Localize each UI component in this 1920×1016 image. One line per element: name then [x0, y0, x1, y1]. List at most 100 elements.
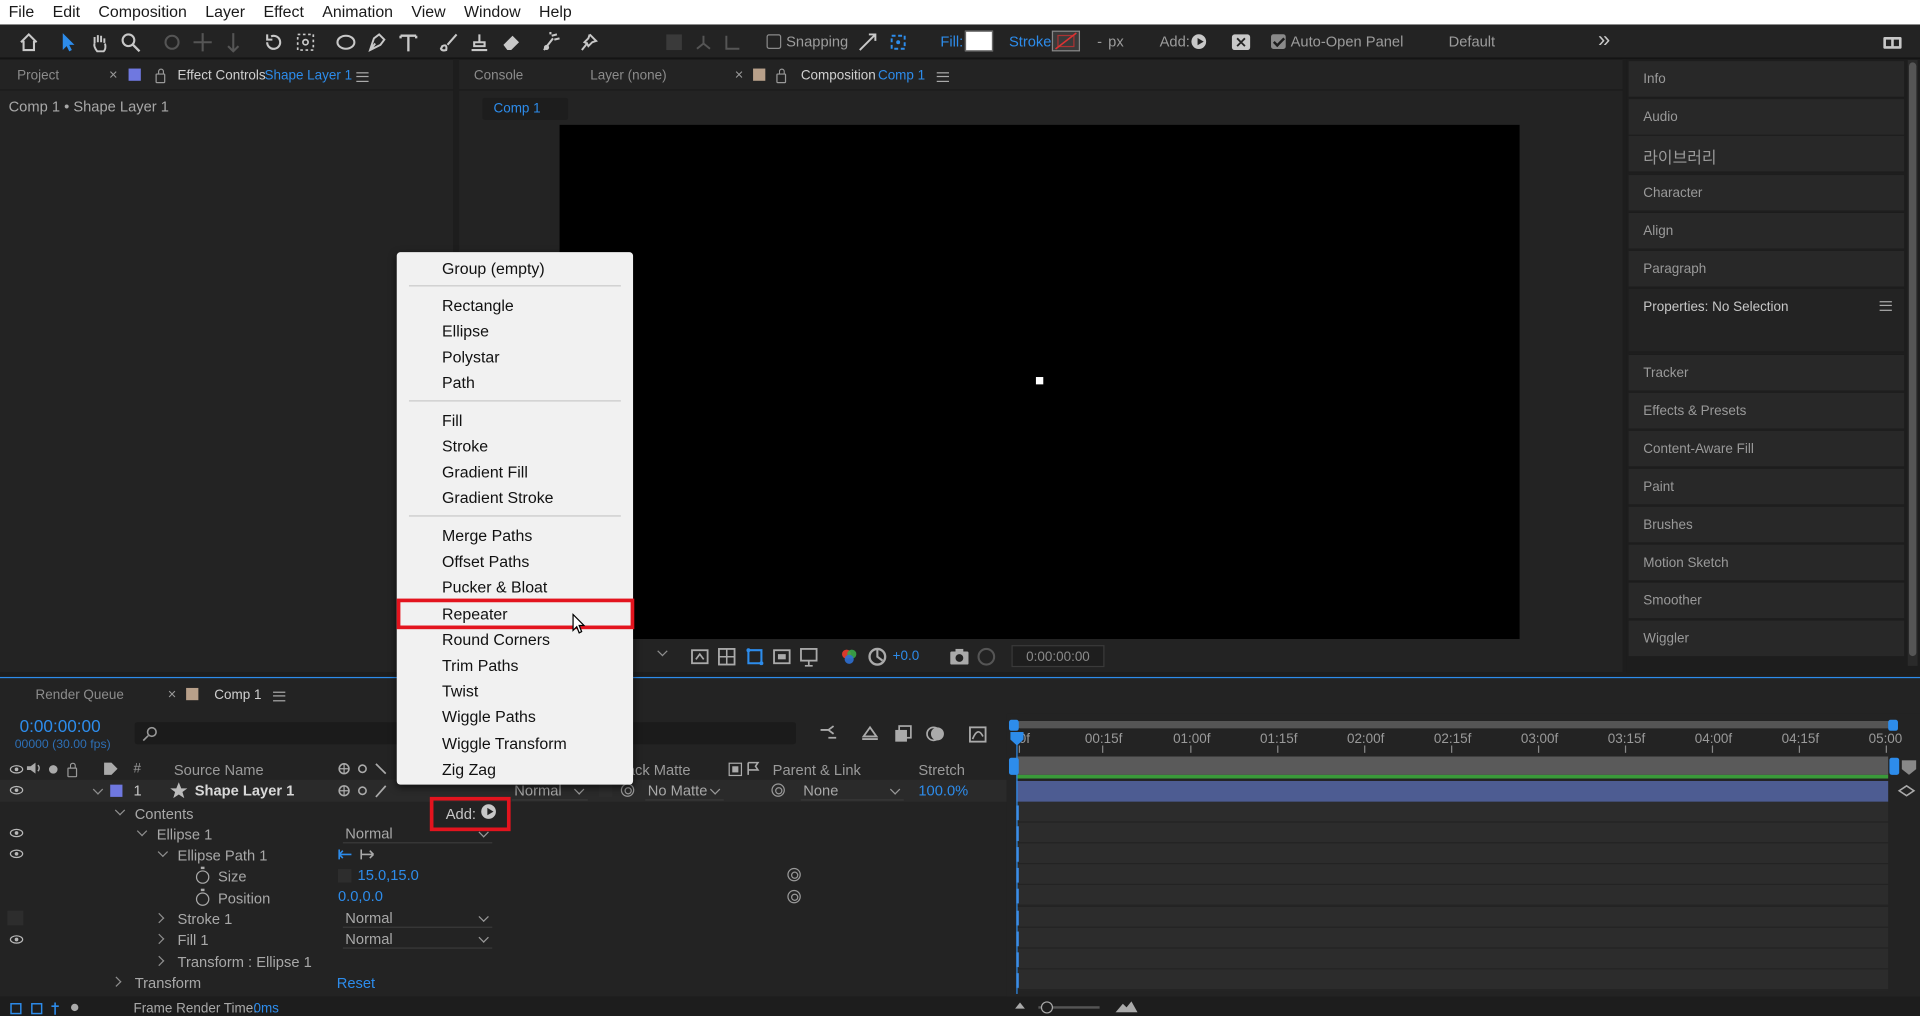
- toggle-panel-icon[interactable]: [1228, 29, 1252, 53]
- auto-open-panel-checkbox[interactable]: [1271, 34, 1286, 49]
- menu-window[interactable]: Window: [455, 0, 530, 24]
- menu-item-zig-zag[interactable]: Zig Zag: [442, 760, 496, 778]
- anchor-point-tool-icon[interactable]: [293, 29, 317, 53]
- fill-label[interactable]: Fill:: [940, 33, 963, 50]
- rotate-tool-icon[interactable]: [261, 29, 285, 53]
- stroke-visibility-toggle[interactable]: [7, 910, 24, 926]
- comp-flowchart-icon[interactable]: [816, 721, 840, 745]
- stopwatch-icon[interactable]: [195, 888, 210, 906]
- position-pickwhip-icon[interactable]: [787, 889, 801, 904]
- view-axis-icon[interactable]: [720, 29, 744, 53]
- navigator-end-handle[interactable]: [1888, 719, 1898, 731]
- menu-layer[interactable]: Layer: [197, 0, 255, 24]
- frame-blending-icon[interactable]: [890, 721, 914, 745]
- panel-wiggler[interactable]: Wiggler: [1628, 619, 1905, 657]
- snapping-checkbox[interactable]: [766, 34, 782, 49]
- workspace-name[interactable]: Default: [1449, 33, 1496, 50]
- lock-icon[interactable]: [155, 68, 166, 84]
- panel-align[interactable]: Align: [1628, 211, 1905, 249]
- panel-content-aware-fill[interactable]: Content-Aware Fill: [1628, 429, 1905, 467]
- mask-visibility-icon[interactable]: [742, 644, 766, 668]
- grid-guides-icon[interactable]: [796, 644, 820, 668]
- puppet-pin-icon[interactable]: [576, 29, 600, 53]
- show-snapshot-icon[interactable]: [973, 644, 997, 668]
- clone-stamp-icon[interactable]: [467, 29, 491, 53]
- panel-paint[interactable]: Paint: [1628, 467, 1905, 505]
- snapshot-camera-icon[interactable]: [947, 644, 971, 668]
- video-switch-icon[interactable]: [9, 765, 24, 774]
- ellipse-group-label[interactable]: Ellipse 1: [157, 826, 213, 843]
- menu-effect[interactable]: Effect: [255, 0, 314, 24]
- stroke-label[interactable]: Stroke 1: [178, 911, 233, 928]
- preserve-transparency-toggle[interactable]: [598, 783, 613, 797]
- panel-smoother[interactable]: Smoother: [1628, 581, 1905, 619]
- constrain-proportions-icon[interactable]: [337, 869, 352, 883]
- track-matte-dropdown[interactable]: No Matte: [645, 782, 724, 801]
- size-value[interactable]: 15.0,15.0: [358, 867, 419, 884]
- menu-composition[interactable]: Composition: [90, 0, 197, 24]
- solo-icon[interactable]: [48, 765, 58, 774]
- panel-brushes[interactable]: Brushes: [1628, 505, 1905, 543]
- close-icon[interactable]: ×: [168, 685, 177, 702]
- viewer-timecode[interactable]: 0:00:00:00: [1011, 645, 1105, 668]
- selection-tool-icon[interactable]: [55, 29, 79, 53]
- hand-tool-icon[interactable]: [87, 29, 111, 53]
- panel-menu-icon[interactable]: [936, 72, 949, 83]
- menu-item-twist[interactable]: Twist: [442, 682, 478, 700]
- menu-animation[interactable]: Animation: [314, 0, 403, 24]
- menu-item-stroke[interactable]: Stroke: [442, 437, 488, 455]
- exposure-value[interactable]: +0.0: [893, 649, 920, 664]
- ellipse-shape[interactable]: [1035, 377, 1044, 385]
- roto-brush-icon[interactable]: [538, 29, 562, 53]
- transform-ellipse-label[interactable]: Transform : Ellipse 1: [178, 954, 312, 971]
- menu-item-rectangle[interactable]: Rectangle: [442, 296, 514, 314]
- chevron-down-icon[interactable]: [655, 646, 670, 661]
- home-icon[interactable]: [16, 29, 40, 53]
- fill-swatch[interactable]: [964, 30, 994, 52]
- work-area-end-handle[interactable]: [1889, 757, 1900, 775]
- panel-character[interactable]: Character: [1628, 173, 1905, 211]
- right-panel-scrollbar[interactable]: [1907, 59, 1918, 666]
- menu-item-offset-paths[interactable]: Offset Paths: [442, 552, 529, 570]
- panel-paragraph[interactable]: Paragraph: [1628, 249, 1905, 287]
- menu-item-gradient-fill[interactable]: Gradient Fill: [442, 463, 528, 481]
- panel-motion-sketch[interactable]: Motion Sketch: [1628, 543, 1905, 581]
- tab-effect-controls[interactable]: Effect Controls: [178, 69, 266, 84]
- stroke-label[interactable]: Stroke:: [1009, 33, 1056, 50]
- stroke-mode-dropdown[interactable]: Normal: [342, 910, 493, 928]
- fill-visibility-icon[interactable]: [9, 935, 24, 944]
- transparency-grid-icon[interactable]: [714, 644, 738, 668]
- ellipse-tool-icon[interactable]: [333, 29, 357, 53]
- tab-console[interactable]: Console: [474, 69, 523, 84]
- menu-help[interactable]: Help: [530, 0, 581, 24]
- draft-3d-icon[interactable]: [857, 721, 881, 745]
- channels-icon[interactable]: [836, 644, 860, 668]
- local-axis-icon[interactable]: [661, 29, 685, 53]
- zoom-slider[interactable]: [1038, 1001, 1100, 1014]
- lock-icon[interactable]: [776, 68, 787, 84]
- eraser-tool-icon[interactable]: [498, 29, 522, 53]
- transform-reset-link[interactable]: Reset: [337, 974, 375, 991]
- menu-item-group-empty[interactable]: Group (empty): [442, 260, 545, 278]
- snap-edge-icon[interactable]: [855, 29, 879, 53]
- panel-layout-icon[interactable]: [1880, 29, 1904, 53]
- safe-margins-icon[interactable]: [769, 644, 793, 668]
- menu-item-wiggle-transform[interactable]: Wiggle Transform: [442, 734, 567, 752]
- tab-layer[interactable]: Layer (none): [590, 69, 666, 84]
- size-pickwhip-icon[interactable]: [787, 867, 801, 882]
- menu-item-wiggle-paths[interactable]: Wiggle Paths: [442, 708, 536, 726]
- lock-icon[interactable]: [67, 762, 78, 778]
- parent-pickwhip-icon[interactable]: [771, 783, 785, 797]
- layer-name[interactable]: Shape Layer 1: [195, 782, 295, 799]
- stroke-swatch[interactable]: [1051, 30, 1081, 52]
- panel-menu-icon[interactable]: [356, 72, 369, 83]
- matte-toggle-icon[interactable]: [728, 762, 743, 777]
- zoom-out-icon[interactable]: [1015, 1002, 1025, 1009]
- add-play-icon[interactable]: [1191, 34, 1207, 49]
- panel-libraries[interactable]: 라이브러리: [1628, 134, 1905, 172]
- menu-file[interactable]: File: [0, 0, 44, 24]
- close-icon[interactable]: ×: [735, 66, 744, 83]
- fill-label[interactable]: Fill 1: [178, 932, 209, 949]
- tab-comp[interactable]: Comp 1: [214, 688, 261, 703]
- menu-item-merge-paths[interactable]: Merge Paths: [442, 526, 532, 544]
